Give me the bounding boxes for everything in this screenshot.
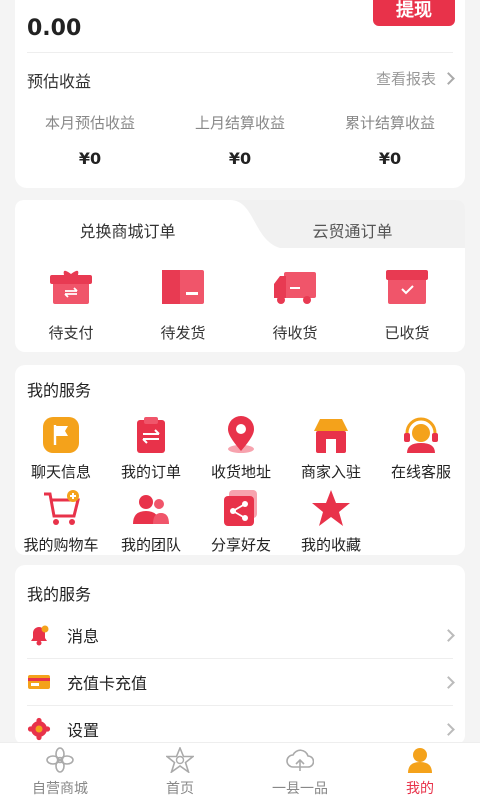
service-label: 在线客服 — [390, 463, 451, 481]
view-report-link[interactable]: 查看报表 — [375, 68, 455, 89]
gift-box-icon — [50, 270, 92, 304]
nav-label: 自营商城 — [32, 781, 88, 797]
service-my-team[interactable]: 我的团队 — [105, 488, 197, 555]
chevron-right-icon — [442, 675, 455, 689]
location-pin-icon — [228, 416, 254, 453]
shopping-cart-icon — [44, 490, 80, 525]
flower-icon — [46, 747, 74, 773]
list-item-label: 设置 — [67, 721, 100, 740]
list-item-card-recharge[interactable]: 充值卡充值 — [27, 659, 455, 705]
orders-card: 兑换商城订单 云贸通订单 待支付 待发货 待收货 已收货 — [15, 200, 465, 352]
service-share-friends[interactable]: 分享好友 — [195, 488, 287, 555]
service-label: 我的购物车 — [23, 536, 99, 554]
tab-yunmaotong-orders[interactable]: 云贸通订单 — [240, 218, 465, 242]
tab-exchange-mall-orders[interactable]: 兑换商城订单 — [15, 218, 240, 242]
bell-icon — [31, 625, 49, 646]
bottom-navigation: 自营商城 首页 一县一品 我的 — [0, 742, 480, 800]
service-my-orders[interactable]: 我的订单 — [105, 415, 197, 482]
nav-mine[interactable]: 我的 — [360, 747, 480, 798]
service-shopping-cart[interactable]: 我的购物车 — [15, 488, 107, 555]
stat-value: ¥0 — [228, 149, 252, 168]
earnings-card: 0.00 提现 预估收益 查看报表 本月预估收益 ¥0 上月结算收益 ¥0 累计… — [15, 0, 465, 188]
home-star-icon — [166, 747, 194, 773]
order-clipboard-icon — [137, 417, 165, 453]
list-item-settings[interactable]: 设置 — [27, 706, 455, 745]
nav-label: 一县一品 — [272, 781, 328, 797]
order-status-pending-payment[interactable]: 待支付 — [15, 266, 127, 343]
view-report-label: 查看报表 — [375, 70, 436, 88]
cloud-icon — [286, 749, 314, 771]
received-box-icon — [386, 270, 428, 304]
team-icon — [133, 495, 169, 524]
section-title: 我的服务 — [27, 381, 92, 400]
order-status-pending-shipment[interactable]: 待发货 — [127, 266, 239, 343]
order-status-label: 待收货 — [272, 324, 318, 342]
user-icon — [408, 748, 432, 773]
divider — [27, 52, 453, 53]
nav-one-county-one-product[interactable]: 一县一品 — [240, 747, 360, 798]
service-my-favorites[interactable]: 我的收藏 — [285, 488, 377, 555]
service-shipping-address[interactable]: 收货地址 — [195, 415, 287, 482]
order-status-label: 待支付 — [48, 324, 94, 342]
vip-card-icon — [28, 675, 50, 689]
service-label: 聊天信息 — [30, 463, 91, 481]
balance-amount: 0.00 — [27, 16, 82, 41]
settings-gear-icon — [27, 717, 51, 741]
stat-value: ¥0 — [78, 149, 102, 168]
chat-flag-icon — [43, 417, 79, 453]
stat-label: 本月预估收益 — [44, 114, 135, 132]
stat-label: 上月结算收益 — [194, 114, 285, 132]
list-item-label: 充值卡充值 — [67, 674, 148, 693]
star-icon — [312, 490, 350, 526]
stat-last-month: 上月结算收益 ¥0 — [165, 112, 315, 168]
chevron-right-icon — [442, 72, 455, 85]
service-label: 商家入驻 — [300, 463, 361, 481]
service-list-card: 我的服务 消息 充值卡充值 设置 — [15, 565, 465, 745]
delivery-truck-icon — [274, 272, 316, 304]
chevron-right-icon — [442, 628, 455, 642]
stat-this-month: 本月预估收益 ¥0 — [15, 112, 165, 168]
estimated-earnings-label: 预估收益 — [27, 72, 92, 91]
service-label: 分享好友 — [210, 536, 271, 554]
package-icon — [162, 270, 204, 304]
section-title: 我的服务 — [27, 585, 92, 604]
withdraw-button[interactable]: 提现 — [373, 0, 455, 26]
service-merchant-join[interactable]: 商家入驻 — [285, 415, 377, 482]
order-status-pending-receipt[interactable]: 待收货 — [239, 266, 351, 343]
list-item-messages[interactable]: 消息 — [27, 612, 455, 658]
service-label: 我的订单 — [120, 463, 181, 481]
order-status-label: 已收货 — [384, 324, 430, 342]
stat-label: 累计结算收益 — [344, 114, 435, 132]
service-online-support[interactable]: 在线客服 — [375, 415, 467, 482]
chevron-right-icon — [442, 722, 455, 736]
service-label: 我的团队 — [120, 536, 181, 554]
nav-self-operated-mall[interactable]: 自营商城 — [0, 747, 120, 798]
order-status-received[interactable]: 已收货 — [351, 266, 463, 343]
list-item-label: 消息 — [67, 627, 100, 646]
nav-home[interactable]: 首页 — [120, 747, 240, 798]
headset-icon — [404, 417, 438, 453]
share-icon — [224, 490, 257, 526]
service-chat-messages[interactable]: 聊天信息 — [15, 415, 107, 482]
storefront-icon — [314, 419, 348, 453]
nav-label: 我的 — [406, 781, 434, 797]
service-label: 我的收藏 — [300, 536, 361, 554]
order-status-label: 待发货 — [160, 324, 206, 342]
stat-value: ¥0 — [378, 149, 402, 168]
stat-cumulative: 累计结算收益 ¥0 — [315, 112, 465, 168]
nav-label: 首页 — [166, 781, 194, 797]
services-card: 我的服务 聊天信息 我的订单 收货地址 商家入驻 在线客服 我的购物车 我的团队… — [15, 365, 465, 555]
service-label: 收货地址 — [210, 463, 271, 481]
